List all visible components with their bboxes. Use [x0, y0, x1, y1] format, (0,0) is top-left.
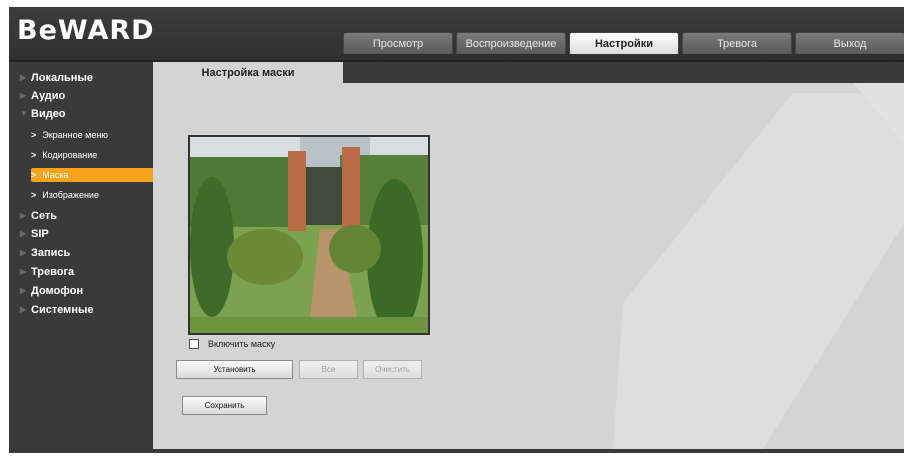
sidebar-item-system[interactable]: ▶ Системные: [20, 304, 94, 316]
tab-playback[interactable]: Воспроизведение: [456, 32, 566, 54]
sidebar-item-label: Сеть: [31, 210, 58, 222]
sidebar-item-label: Аудио: [31, 90, 66, 102]
chevron-right-icon: >: [31, 130, 37, 140]
triangle-right-icon: ▶: [20, 286, 27, 295]
sidebar-item-audio[interactable]: ▶ Аудио: [20, 90, 66, 102]
triangle-right-icon: ▶: [20, 229, 27, 238]
sidebar-subitem-encoding[interactable]: > Кодирование: [31, 148, 153, 162]
sidebar-item-label: Системные: [31, 304, 94, 316]
enable-mask-row: Включить маску: [189, 339, 275, 349]
sidebar-item-intercom[interactable]: ▶ Домофон: [20, 285, 84, 297]
tab-exit[interactable]: Выход: [795, 32, 904, 54]
garden-scene-image: [190, 137, 428, 333]
sidebar-subitem-label: Экранное меню: [42, 130, 109, 140]
header-bar: BeWARD Просмотр Воспроизведение Настройк…: [9, 7, 904, 62]
sidebar-item-record[interactable]: ▶ Запись: [20, 247, 71, 259]
section-title: Настройка маски: [153, 62, 343, 83]
app-frame: BeWARD Просмотр Воспроизведение Настройк…: [9, 7, 904, 453]
tab-settings[interactable]: Настройки: [569, 32, 679, 54]
all-button[interactable]: Все: [299, 360, 358, 379]
enable-mask-checkbox[interactable]: [189, 339, 199, 349]
triangle-right-icon: ▶: [20, 73, 27, 82]
triangle-right-icon: ▶: [20, 248, 27, 257]
sidebar: ▶ Локальные ▶ Аудио ▼ Видео > Экранное меню …: [9, 62, 153, 453]
triangle-right-icon: ▶: [20, 91, 27, 100]
sidebar-item-alarm[interactable]: ▶ Тревога: [20, 266, 75, 278]
triangle-right-icon: ▶: [20, 267, 27, 276]
sidebar-item-label: Локальные: [31, 72, 93, 84]
chevron-right-icon: >: [31, 150, 37, 160]
tab-view[interactable]: Просмотр: [343, 32, 453, 54]
beward-logo: BeWARD: [17, 15, 155, 46]
chevron-right-icon: >: [31, 190, 37, 200]
sidebar-item-label: Видео: [31, 108, 66, 120]
sidebar-item-label: Запись: [31, 247, 71, 259]
sidebar-item-label: SIP: [31, 228, 49, 240]
save-button[interactable]: Сохранить: [182, 396, 267, 415]
camera-preview-image[interactable]: [188, 135, 430, 335]
mask-settings-panel: Включить маску Установить Все Очистить С…: [153, 83, 904, 449]
sidebar-item-sip[interactable]: ▶ SIP: [20, 228, 49, 240]
main-tabs: Просмотр Воспроизведение Настройки Трево…: [343, 32, 904, 54]
tab-alarm[interactable]: Тревога: [682, 32, 792, 54]
sidebar-subitem-image[interactable]: > Изображение: [31, 188, 153, 202]
sidebar-subitem-label: Кодирование: [42, 150, 98, 160]
triangle-down-icon: ▼: [20, 109, 28, 118]
sidebar-subitem-mask[interactable]: > Маска: [31, 168, 153, 182]
sidebar-item-label: Домофон: [31, 285, 84, 297]
sidebar-item-label: Тревога: [31, 266, 75, 278]
sidebar-subitem-osd[interactable]: > Экранное меню: [31, 128, 153, 142]
enable-mask-label: Включить маску: [208, 339, 276, 349]
sidebar-item-video[interactable]: ▼ Видео: [20, 108, 66, 120]
triangle-right-icon: ▶: [20, 305, 27, 314]
triangle-right-icon: ▶: [20, 211, 27, 220]
sidebar-item-network[interactable]: ▶ Сеть: [20, 210, 58, 222]
chevron-right-icon: >: [31, 170, 37, 180]
sidebar-item-local[interactable]: ▶ Локальные: [20, 72, 93, 84]
set-button[interactable]: Установить: [176, 360, 293, 379]
sidebar-subitem-label: Изображение: [42, 190, 99, 200]
clear-button[interactable]: Очистить: [363, 360, 422, 379]
sidebar-subitem-label: Маска: [42, 170, 69, 180]
